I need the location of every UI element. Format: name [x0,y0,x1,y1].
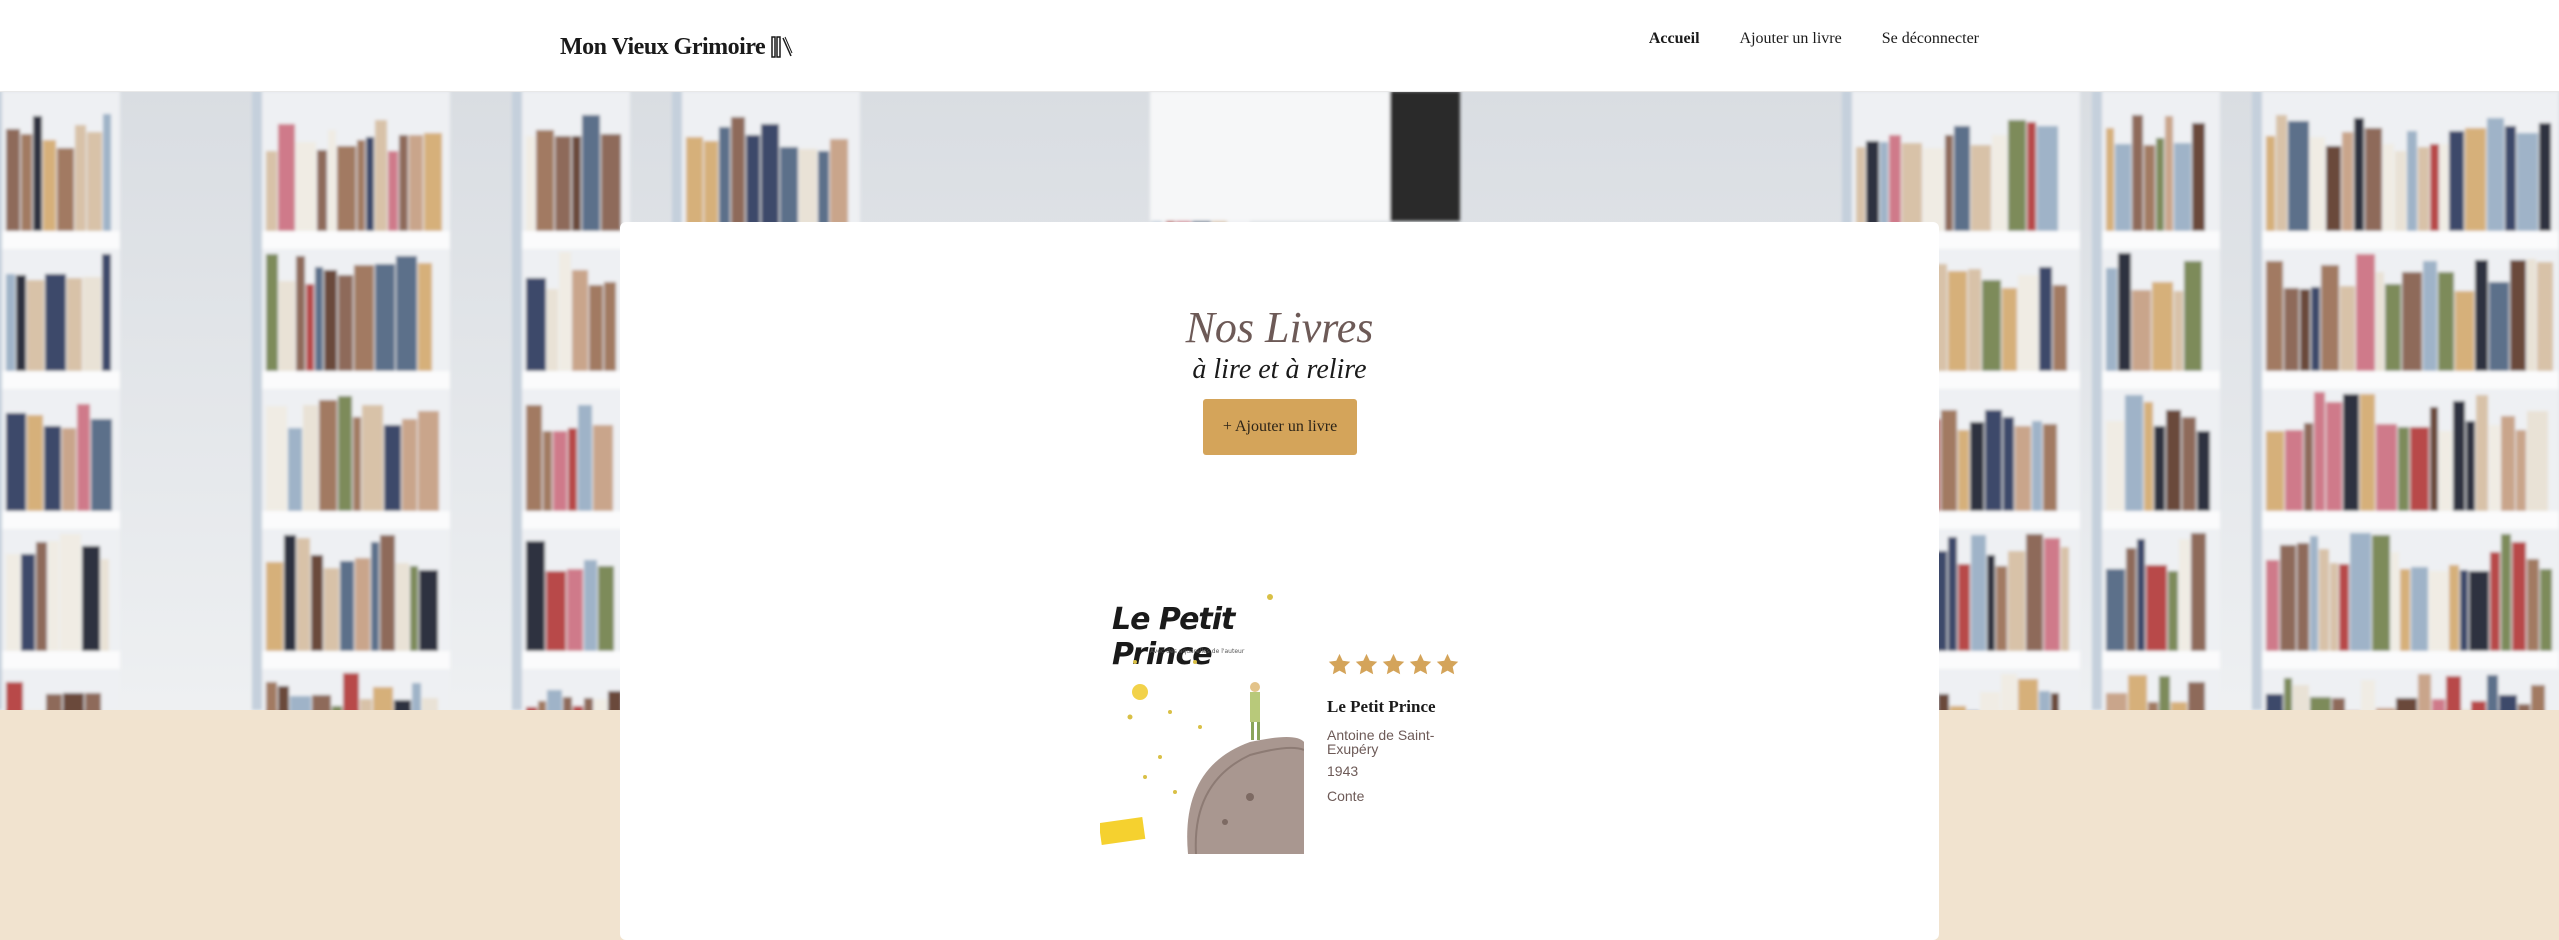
site-logo[interactable]: Mon Vieux Grimoire [560,30,793,64]
book-cover[interactable]: Le Petit Prince Avec des aquarelles de l… [1100,592,1304,854]
petit-prince-illustration [1100,594,1304,854]
books-icon [771,36,793,58]
star-icon [1328,653,1351,675]
page-subtitle: à lire et à relire [1192,354,1367,385]
nav-accueil[interactable]: Accueil [1649,30,1700,48]
book-genre: Conte [1327,788,1365,804]
nav-se-deconnecter[interactable]: Se déconnecter [1882,30,1979,48]
star-icon [1355,653,1378,675]
book-author: Antoine de Saint-Exupéry [1327,727,1435,757]
book-card[interactable]: Le Petit Prince Avec des aquarelles de l… [1100,592,1460,882]
rating-stars [1327,652,1460,677]
page-title: Nos Livres [1185,303,1374,352]
book-title: Le Petit Prince [1327,697,1436,716]
nav-ajouter-livre[interactable]: Ajouter un livre [1740,30,1842,48]
add-book-button[interactable]: + Ajouter un livre [1203,399,1357,455]
main-nav: Accueil Ajouter un livre Se déconnecter [1649,30,1979,48]
star-icon [1382,653,1405,675]
books-section: Nos Livres à lire et à relire + Ajouter … [620,222,1939,940]
book-year: 1943 [1327,763,1359,779]
star-icon [1409,653,1432,675]
star-icon [1436,653,1459,675]
site-header: Mon Vieux Grimoire Accueil Ajouter un li… [0,0,2559,92]
logo-text: Mon Vieux Grimoire [560,33,766,60]
